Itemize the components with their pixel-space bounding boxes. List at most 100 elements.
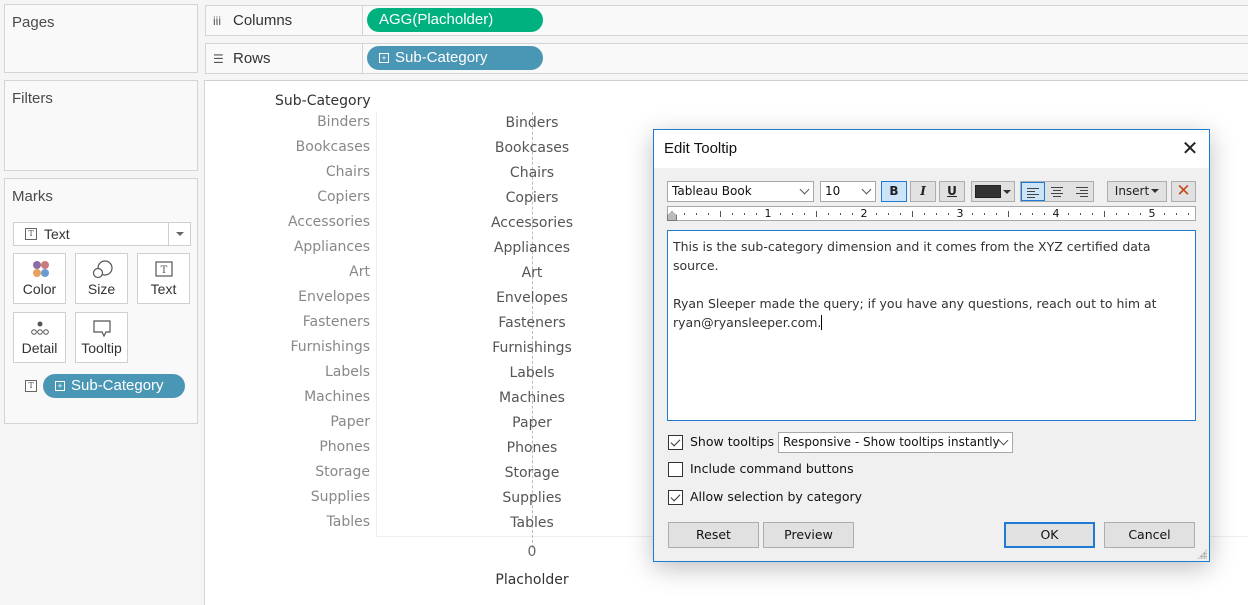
text-mark[interactable]: Binders	[506, 115, 559, 131]
color-button[interactable]: Color	[13, 253, 66, 304]
row-header-label[interactable]: Accessories	[288, 214, 370, 230]
align-center-icon	[1051, 187, 1063, 188]
size-button[interactable]: Size	[75, 253, 128, 304]
row-header-label[interactable]: Furnishings	[290, 339, 370, 355]
dialog-titlebar[interactable]: Edit Tooltip ✕	[654, 130, 1209, 168]
reset-button[interactable]: Reset	[668, 522, 759, 548]
text-mark[interactable]: Labels	[509, 365, 554, 381]
ruler-tick	[1188, 213, 1189, 215]
row-header-label[interactable]: Chairs	[326, 164, 370, 180]
row-header-label[interactable]: Appliances	[294, 239, 370, 255]
text-color-button[interactable]	[971, 181, 1015, 202]
ruler-tick	[684, 213, 685, 215]
plus-box-icon[interactable]: +	[55, 381, 65, 391]
text-mark[interactable]: Paper	[512, 415, 552, 431]
align-right-icon-line	[1080, 196, 1088, 197]
italic-button[interactable]: I	[910, 181, 936, 202]
resize-grip[interactable]	[1197, 549, 1207, 559]
text-mark[interactable]: Accessories	[491, 215, 573, 231]
text-mark[interactable]: Supplies	[502, 490, 561, 506]
pages-card[interactable]: Pages	[4, 4, 198, 73]
row-header-title: Sub-Category	[275, 93, 371, 109]
text-mark[interactable]: Phones	[507, 440, 558, 456]
rows-shelf-label: ☰ Rows	[205, 44, 363, 73]
text-mark[interactable]: Furnishings	[492, 340, 572, 356]
include-command-buttons-checkbox[interactable]	[668, 462, 683, 477]
row-header-label[interactable]: Art	[349, 264, 370, 280]
tooltip-mode-value: Responsive - Show tooltips instantly	[783, 435, 1000, 449]
row-header-label[interactable]: Binders	[317, 114, 370, 130]
row-header-label[interactable]: Copiers	[317, 189, 370, 205]
rows-shelf[interactable]: ☰ Rows + Sub-Category	[205, 43, 1248, 74]
dropdown-arrow-icon	[1151, 189, 1160, 197]
agg-placeholder-pill[interactable]: AGG(Placholder)	[367, 8, 543, 32]
rows-sub-category-pill[interactable]: + Sub-Category	[367, 46, 543, 70]
ruler-tick	[1176, 213, 1177, 215]
underline-button[interactable]: U	[939, 181, 965, 202]
text-mark[interactable]: Copiers	[506, 190, 559, 206]
marks-pill-label: Sub-Category	[71, 377, 164, 394]
detail-button[interactable]: Detail	[13, 312, 66, 363]
row-header-label[interactable]: Storage	[315, 464, 370, 480]
cancel-button[interactable]: Cancel	[1104, 522, 1195, 548]
text-mark[interactable]: Bookcases	[495, 140, 569, 156]
bold-button[interactable]: B	[881, 181, 907, 202]
text-mark[interactable]: Fasteners	[498, 315, 565, 331]
close-icon[interactable]: ✕	[1179, 138, 1201, 160]
row-header-label[interactable]: Tables	[327, 514, 371, 530]
tooltip-mode-select[interactable]: Responsive - Show tooltips instantly	[778, 432, 1013, 453]
row-header-label[interactable]: Labels	[325, 364, 370, 380]
ok-button[interactable]: OK	[1004, 522, 1095, 548]
align-left-button[interactable]	[1021, 182, 1045, 201]
text-mark[interactable]: Storage	[505, 465, 560, 481]
text-mark[interactable]: Tables	[510, 515, 554, 531]
plus-box-icon[interactable]: +	[379, 53, 389, 63]
show-tooltips-checkbox[interactable]	[668, 435, 683, 450]
ruler-number: 3	[956, 207, 964, 220]
row-header-label[interactable]: Supplies	[311, 489, 370, 505]
preview-button[interactable]: Preview	[763, 522, 854, 548]
allow-selection-checkbox[interactable]	[668, 490, 683, 505]
font-size-select[interactable]: 10	[820, 181, 876, 202]
text-button[interactable]: T Text	[137, 253, 190, 304]
tooltip-button[interactable]: Tooltip	[75, 312, 128, 363]
tooltip-text-editor[interactable]: This is the sub-category dimension and i…	[667, 230, 1196, 421]
row-header-label[interactable]: Paper	[330, 414, 370, 430]
show-tooltips-label: Show tooltips	[690, 434, 775, 449]
rows-icon: ☰	[213, 52, 224, 66]
ruler-tick	[756, 213, 757, 215]
text-mark[interactable]: Art	[522, 265, 543, 281]
ruler-tick	[792, 213, 793, 215]
row-header-label[interactable]: Bookcases	[296, 139, 370, 155]
axis-title[interactable]: Placholder	[495, 572, 568, 588]
insert-label: Insert	[1114, 184, 1150, 198]
row-header-label[interactable]: Machines	[304, 389, 370, 405]
mark-type-dropdown[interactable]: T Text	[13, 222, 191, 246]
font-family-select[interactable]: Tableau Book	[667, 181, 814, 202]
red-x-icon: ✕	[1176, 181, 1191, 201]
align-right-button[interactable]	[1069, 182, 1093, 201]
chevron-down-icon[interactable]	[168, 223, 190, 245]
text-mark[interactable]: Appliances	[494, 240, 570, 256]
row-header-label[interactable]: Envelopes	[298, 289, 370, 305]
align-right-icon-line	[1076, 193, 1088, 194]
text-encoding-icon[interactable]: T	[25, 380, 37, 392]
clear-formatting-button[interactable]: ✕	[1171, 181, 1196, 202]
filters-card[interactable]: Filters	[4, 80, 198, 171]
ruler-tick	[732, 213, 733, 215]
ruler-tick	[984, 213, 985, 215]
text-mark[interactable]: Machines	[499, 390, 565, 406]
row-header-label[interactable]: Phones	[319, 439, 370, 455]
color-dots-icon	[33, 261, 49, 277]
row-header-label[interactable]: Fasteners	[303, 314, 370, 330]
text-mark[interactable]: Envelopes	[496, 290, 568, 306]
columns-pill-label: AGG(Placholder)	[379, 11, 494, 28]
columns-shelf[interactable]: iii Columns AGG(Placholder)	[205, 5, 1248, 36]
tooltip-blank-line	[673, 275, 1190, 294]
align-center-button[interactable]	[1045, 182, 1069, 201]
insert-button[interactable]: Insert	[1107, 181, 1167, 202]
indent-marker[interactable]	[667, 211, 677, 221]
text-mark[interactable]: Chairs	[510, 165, 554, 181]
marks-sub-category-pill[interactable]: + Sub-Category	[43, 374, 185, 398]
ruler[interactable]: 1 2 3 4 5	[667, 206, 1196, 221]
